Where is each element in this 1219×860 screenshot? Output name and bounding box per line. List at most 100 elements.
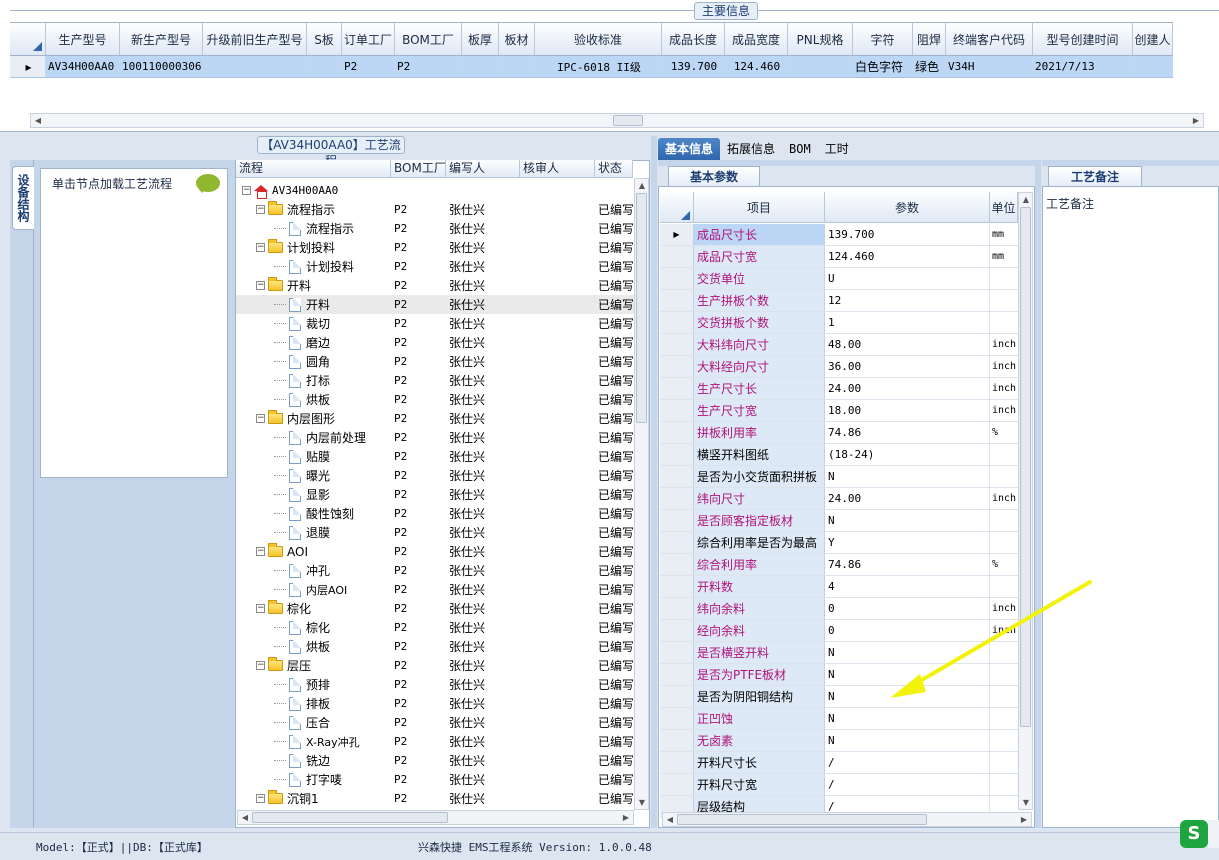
tree-node[interactable]: − 开料 (236, 276, 391, 295)
property-value[interactable]: 0 (825, 598, 990, 619)
tree-node[interactable]: − 棕化 (236, 599, 391, 618)
grid-cell-13[interactable]: 绿色 (913, 56, 946, 77)
tree-node[interactable]: 磨边 (236, 333, 391, 352)
tree-node-label[interactable]: 圆角 (306, 353, 330, 370)
tree-node-label[interactable]: AOI (287, 545, 308, 559)
tree-node[interactable]: 棕化 (236, 618, 391, 637)
grid-cell-14[interactable]: V34H (946, 56, 1033, 77)
tree-node[interactable]: 圆角 (236, 352, 391, 371)
hscroll-thumb[interactable] (613, 115, 643, 126)
scroll-up-icon[interactable]: ▲ (635, 179, 649, 192)
tree-node-label[interactable]: 内层AOI (306, 582, 347, 598)
grid-header-3[interactable]: S板 (307, 23, 342, 55)
tree-node[interactable]: 压合 (236, 713, 391, 732)
scroll-right-icon[interactable]: ▶ (619, 811, 633, 824)
property-value[interactable]: 12 (825, 290, 990, 311)
tree-row[interactable]: 圆角 P2 张仕兴 已编写 (236, 352, 634, 371)
tree-node[interactable]: 排板 (236, 694, 391, 713)
tab-basic-params[interactable]: 基本参数 (668, 166, 760, 186)
property-value[interactable]: 74.86 (825, 554, 990, 575)
vscroll-thumb[interactable] (636, 193, 647, 423)
tree-node[interactable]: − 内层图形 (236, 409, 391, 428)
property-value[interactable]: U (825, 268, 990, 289)
property-value[interactable]: 4 (825, 576, 990, 597)
tree-row[interactable]: 酸性蚀刻 P2 张仕兴 已编写 (236, 504, 634, 523)
scroll-down-icon[interactable]: ▼ (635, 796, 649, 809)
tab-work-hours[interactable]: 工时 (818, 138, 856, 160)
tree-row[interactable]: 计划投料 P2 张仕兴 已编写 (236, 257, 634, 276)
property-value[interactable]: Y (825, 532, 990, 553)
grid-header-9[interactable]: 成品长度 (662, 23, 725, 55)
grid-header-12[interactable]: 字符 (853, 23, 913, 55)
grid-header-16[interactable]: 创建人 (1133, 23, 1173, 55)
property-value[interactable]: 139.700 (825, 224, 990, 245)
tree-node-label[interactable]: 排板 (306, 695, 330, 712)
tree-row[interactable]: 开料 P2 张仕兴 已编写 (236, 295, 634, 314)
property-value[interactable]: N (825, 686, 990, 707)
tree-node-label[interactable]: 开料 (287, 277, 311, 294)
property-row[interactable]: 开料尺寸长 / (660, 752, 1018, 774)
tree-node-label[interactable]: 内层图形 (287, 410, 335, 427)
property-row[interactable]: 是否为阴阳铜结构 N (660, 686, 1018, 708)
property-value[interactable]: N (825, 642, 990, 663)
grid-header-13[interactable]: 阻焊 (913, 23, 946, 55)
property-value[interactable]: N (825, 466, 990, 487)
tree-node-label[interactable]: 预排 (306, 676, 330, 693)
tree-row[interactable]: 贴膜 P2 张仕兴 已编写 (236, 447, 634, 466)
scroll-left-icon[interactable]: ◀ (663, 813, 677, 826)
property-row[interactable]: 是否为PTFE板材 N (660, 664, 1018, 686)
right-splitter[interactable] (1035, 160, 1041, 828)
tree-row[interactable]: 显影 P2 张仕兴 已编写 (236, 485, 634, 504)
tab-basic-info[interactable]: 基本信息 (658, 138, 721, 160)
grid-cell-6[interactable] (462, 56, 499, 77)
tree-node[interactable]: 流程指示 (236, 219, 391, 238)
property-row[interactable]: 开料尺寸宽 / (660, 774, 1018, 796)
tree-row[interactable]: 冲孔 P2 张仕兴 已编写 (236, 561, 634, 580)
grid-header-2[interactable]: 升级前旧生产型号 (203, 23, 307, 55)
scroll-left-icon[interactable]: ◀ (238, 811, 252, 824)
grid-header-8[interactable]: 验收标准 (535, 23, 662, 55)
sogou-ime-icon[interactable]: S (1180, 820, 1208, 848)
tree-node[interactable]: − AV34H00AA0 (236, 181, 391, 200)
collapse-icon[interactable]: − (256, 243, 265, 252)
main-grid-row[interactable]: ▸AV34H00AA010011000030603 P2P2 IPC-6018 II… (10, 56, 1173, 78)
property-row[interactable]: 无卤素 N (660, 730, 1018, 752)
tree-row[interactable]: 流程指示 P2 张仕兴 已编写 (236, 219, 634, 238)
tree-node[interactable]: 酸性蚀刻 (236, 504, 391, 523)
tree-node[interactable]: 贴膜 (236, 447, 391, 466)
tree-node-label[interactable]: 酸性蚀刻 (306, 505, 354, 522)
scroll-right-icon[interactable]: ▶ (1189, 114, 1203, 127)
property-row[interactable]: 经向余料 0 inch (660, 620, 1018, 642)
tree-row[interactable]: 打标 P2 张仕兴 已编写 (236, 371, 634, 390)
tree-node-label[interactable]: 退膜 (306, 524, 330, 541)
tree-node[interactable]: 退膜 (236, 523, 391, 542)
tree-row[interactable]: − 沉铜1 P2 张仕兴 已编写 (236, 789, 634, 808)
tree-row[interactable]: 铣边 P2 张仕兴 已编写 (236, 751, 634, 770)
property-row[interactable]: 成品尺寸宽 124.460 mm (660, 246, 1018, 268)
tree-node[interactable]: 预排 (236, 675, 391, 694)
property-row[interactable]: 大料经向尺寸 36.00 inch (660, 356, 1018, 378)
grid-cell-15[interactable]: 2021/7/13 (1033, 56, 1133, 77)
tree-row[interactable]: − AV34H00AA0 (236, 181, 634, 200)
tab-equipment-structure[interactable]: 设备结构 (12, 166, 34, 230)
property-row[interactable]: 生产拼板个数 12 (660, 290, 1018, 312)
tree-row[interactable]: 预排 P2 张仕兴 已编写 (236, 675, 634, 694)
tree-node-label[interactable]: 流程指示 (287, 201, 335, 218)
tree-node[interactable]: − 层压 (236, 656, 391, 675)
collapse-icon[interactable]: − (256, 661, 265, 670)
grid-header-0[interactable]: 生产型号 (46, 23, 120, 55)
tree-node[interactable]: − 流程指示 (236, 200, 391, 219)
tree-node-label[interactable]: 冲孔 (306, 562, 330, 579)
property-header-2[interactable]: 单位 (990, 192, 1018, 222)
grid-header-5[interactable]: BOM工厂 (395, 23, 462, 55)
tree-node-label[interactable]: 内层前处理 (306, 429, 366, 446)
tree-node-label[interactable]: 打字唛 (306, 771, 342, 788)
property-row[interactable]: 生产尺寸宽 18.00 inch (660, 400, 1018, 422)
property-row[interactable]: 交货拼板个数 1 (660, 312, 1018, 334)
tree-row[interactable]: − 计划投料 P2 张仕兴 已编写 (236, 238, 634, 257)
tree-row[interactable]: 压合 P2 张仕兴 已编写 (236, 713, 634, 732)
grid-cell-16[interactable] (1133, 56, 1173, 77)
tree-row[interactable]: − 层压 P2 张仕兴 已编写 (236, 656, 634, 675)
tab-extended-info[interactable]: 拓展信息 (720, 138, 782, 160)
grid-cell-0[interactable]: AV34H00AA0 (46, 56, 120, 77)
